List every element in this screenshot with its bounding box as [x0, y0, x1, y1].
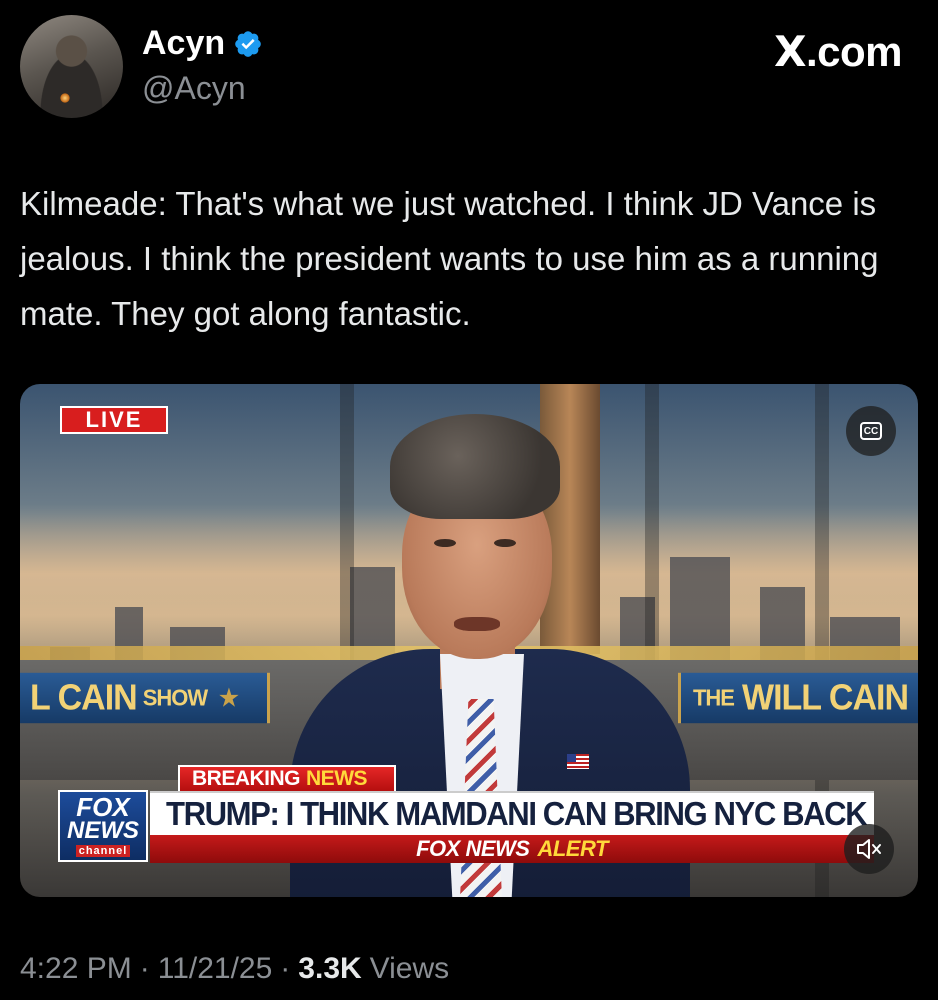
alert-fox-news-text: FOX NEWS	[416, 836, 530, 861]
tweet-meta: 4:22 PM · 11/21/25 · 3.3K Views	[20, 952, 449, 986]
headline-bar: TRUMP: I THINK MAMDANI CAN BRING NYC BAC…	[150, 791, 874, 835]
speaker-muted-icon	[857, 839, 881, 859]
star-icon: ★	[219, 684, 239, 711]
show-banner-right: THE WILL CAIN	[678, 672, 918, 724]
logo-news-text: NEWS	[67, 817, 139, 844]
author-display-name[interactable]: Acyn	[142, 24, 225, 63]
views-label: Views	[369, 952, 450, 985]
avatar-glow-decoration	[60, 93, 70, 103]
logo-fox-text: FOX	[76, 792, 130, 822]
author-handle[interactable]: @Acyn	[142, 70, 246, 107]
tweet-time[interactable]: 4:22 PM	[20, 952, 132, 986]
live-badge: LIVE	[60, 406, 168, 434]
anchor-hair	[390, 414, 560, 519]
author-avatar[interactable]	[20, 15, 123, 118]
show-banner-left: L CAIN SHOW ★	[20, 672, 270, 724]
closed-captions-button[interactable]: CC	[846, 406, 896, 456]
tweet-date[interactable]: 11/21/25	[158, 952, 273, 986]
x-logo-icon: X	[774, 27, 806, 76]
anchor-eye	[434, 539, 456, 547]
fox-news-alert-bar: FOX NEWS ALERT	[150, 835, 874, 863]
mute-button[interactable]	[844, 824, 894, 874]
tweet-text: Kilmeade: That's what we just watched. I…	[20, 185, 879, 332]
breaking-word: BREAKING	[192, 767, 301, 790]
show-banner-right-main: WILL CAIN	[741, 677, 909, 718]
news-word: NEWS	[306, 767, 368, 790]
anchor-mouth	[454, 617, 500, 631]
alert-word-text: ALERT	[537, 836, 608, 861]
author-name-row: Acyn	[142, 24, 263, 63]
site-label-rest: .com	[805, 28, 903, 75]
anchor-eye	[494, 539, 516, 547]
site-label: X.com	[774, 27, 902, 76]
fox-news-logo: FOX NEWS channel	[58, 790, 148, 862]
show-banner-left-small: SHOW	[142, 684, 208, 711]
logo-channel-text: channel	[75, 845, 131, 857]
video-player[interactable]: L CAIN SHOW ★ THE WILL CAIN LIVE CC BREA…	[20, 384, 918, 897]
closed-captions-icon: CC	[860, 422, 882, 440]
meta-separator: ·	[280, 952, 291, 985]
meta-separator: ·	[139, 952, 150, 985]
breaking-news-tab: BREAKING NEWS	[178, 765, 396, 791]
headline-text: TRUMP: I THINK MAMDANI CAN BRING NYC BAC…	[166, 795, 868, 832]
flag-pin-icon	[567, 754, 589, 769]
views-count[interactable]: 3.3K	[298, 952, 361, 986]
show-banner-left-main: L CAIN	[30, 677, 138, 718]
verified-badge-icon	[235, 30, 261, 57]
